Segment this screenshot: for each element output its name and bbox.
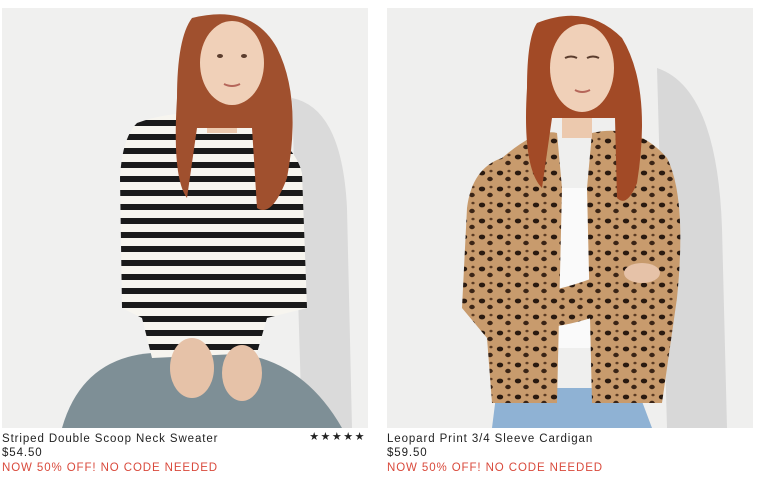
leopard-cardigan-model-photo <box>387 8 753 428</box>
product-card[interactable]: Leopard Print 3/4 Sleeve Cardigan $59.50… <box>387 8 753 476</box>
product-image[interactable] <box>2 8 368 428</box>
product-image[interactable] <box>387 8 753 428</box>
star-rating-icon[interactable]: ★★★★★ <box>309 430 366 443</box>
product-info: Leopard Print 3/4 Sleeve Cardigan $59.50… <box>387 428 753 476</box>
product-name[interactable]: Leopard Print 3/4 Sleeve Cardigan <box>387 432 753 446</box>
product-card[interactable]: Striped Double Scoop Neck Sweater $54.50… <box>2 8 368 476</box>
product-price: $54.50 <box>2 447 43 459</box>
promo-text: NOW 50% OFF! NO CODE NEEDED <box>387 462 603 474</box>
striped-sweater-model-photo <box>2 8 368 428</box>
promo-text: NOW 50% OFF! NO CODE NEEDED <box>2 462 218 474</box>
product-price: $59.50 <box>387 447 428 459</box>
product-info: Striped Double Scoop Neck Sweater $54.50… <box>2 428 368 476</box>
